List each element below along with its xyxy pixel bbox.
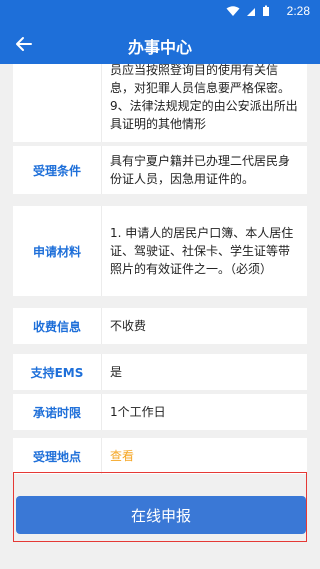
- value-materials: 1. 申请人的居民户口簿、本人居住证、驾驶证、社保卡、学生证等带照片的有效证件之…: [110, 226, 294, 276]
- list-item-materials: 申请材料 1. 申请人的居民户口簿、本人居住证、驾驶证、社保卡、学生证等带照片的…: [13, 206, 307, 296]
- value-ems: 是: [110, 365, 123, 379]
- label-location: 受理地点: [13, 438, 102, 474]
- list-item-conditions: 受理条件 具有宁夏户籍并已办理二代居民身份证人员，因急用证件的。: [13, 146, 307, 194]
- detail-list: 员应当按照登询目的使用有关信息，对犯罪人员信息要严格保密。 9、法律法规规定的由…: [0, 64, 320, 494]
- list-item-previous: 员应当按照登询目的使用有关信息，对犯罪人员信息要严格保密。 9、法律法规规定的由…: [13, 64, 307, 142]
- value-fee: 不收费: [110, 319, 147, 333]
- online-apply-button[interactable]: 在线申报: [16, 496, 306, 534]
- status-bar: 2:28: [0, 0, 320, 24]
- battery-icon: [263, 5, 269, 16]
- empty-label: [13, 64, 102, 142]
- label-time-limit: 承诺时限: [13, 394, 102, 430]
- list-item-location: 受理地点 查看: [13, 438, 307, 474]
- list-item-ems: 支持EMS 是: [13, 354, 307, 390]
- list-item-time-limit: 承诺时限 1个工作日: [13, 394, 307, 430]
- app-bar: 办事中心: [0, 24, 320, 64]
- page-title: 办事中心: [127, 38, 192, 57]
- label-materials: 申请材料: [13, 206, 102, 296]
- value-conditions: 具有宁夏户籍并已办理二代居民身份证人员，因急用证件的。: [110, 154, 291, 186]
- label-ems: 支持EMS: [13, 354, 102, 390]
- value-location-container: 查看: [102, 438, 307, 474]
- view-location-link[interactable]: 查看: [110, 447, 134, 465]
- status-time: 2:28: [286, 4, 310, 18]
- wifi-icon: [226, 6, 240, 16]
- signal-icon: [247, 8, 255, 16]
- label-fee: 收费信息: [13, 308, 102, 344]
- value-time-limit: 1个工作日: [110, 405, 166, 419]
- list-item-fee: 收费信息 不收费: [13, 308, 307, 344]
- label-conditions: 受理条件: [13, 146, 102, 194]
- item-value-previous: 员应当按照登询目的使用有关信息，对犯罪人员信息要严格保密。 9、法律法规规定的由…: [110, 64, 298, 131]
- status-icons: [226, 5, 270, 17]
